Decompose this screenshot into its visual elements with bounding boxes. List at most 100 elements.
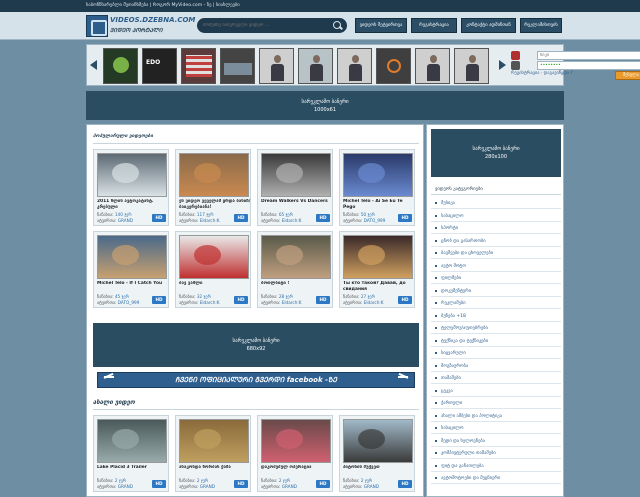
facebook-banner[interactable]: ᲩᲕᲔᲜᲘ ᲝᲤᲘᲪᲘᲐᲚᲣᲠᲘ ᲒᲕᲔᲠᲓᲘ facebook -ᲖᲔ xyxy=(97,372,415,388)
slider-prev-icon[interactable] xyxy=(90,60,97,70)
category-item[interactable]: ტექნიკა და ტექნიკები xyxy=(431,336,561,347)
uploader[interactable]: GRAND xyxy=(200,484,215,489)
video-thumbnail[interactable] xyxy=(179,153,249,197)
password-field[interactable] xyxy=(537,61,640,70)
category-item[interactable]: ბავშვები და ცხოველები xyxy=(431,248,561,259)
video-title[interactable]: Dream Walkers Vs Dancers xyxy=(261,199,333,211)
category-item[interactable]: ახალი ამბები და პოლიტიკა xyxy=(431,411,561,422)
uploader[interactable]: GRAND xyxy=(118,218,133,223)
video-thumbnail[interactable] xyxy=(343,153,413,197)
category-item[interactable]: დოკუმენტური xyxy=(431,286,561,297)
video-thumbnail[interactable] xyxy=(179,235,249,279)
uploader[interactable]: Eldarch:K xyxy=(364,300,384,305)
video-card[interactable]: 2011 წლის ავტოკატასტ. კრებული ნანახია: 14… xyxy=(93,149,169,226)
username-field[interactable] xyxy=(537,51,640,60)
video-title[interactable]: Lake Placid 3 Trailer xyxy=(97,465,169,477)
video-title[interactable]: Michel Telo - Ai Se Eu Te Pego xyxy=(343,199,415,211)
uploader[interactable]: Eldarch:K xyxy=(282,218,302,223)
video-title[interactable]: ბავ ვაშლი xyxy=(179,281,251,293)
nav-contact-button[interactable]: კონტაქტი ადმინთან xyxy=(461,18,516,33)
hd-badge[interactable]: HD xyxy=(398,214,412,222)
hd-badge[interactable]: HD xyxy=(152,480,166,488)
video-card[interactable]: ბავ ვაშლი ნანახია: 32 ჯერ ატვირთა: Eldarch… xyxy=(175,231,251,308)
category-item[interactable]: სიყვარული xyxy=(431,348,561,359)
slider-thumb[interactable] xyxy=(181,48,216,84)
video-card[interactable]: ანაკონდა ზორბას ქამა ნანახია: 2 ჯერ ატვირთ… xyxy=(175,415,251,492)
uploader[interactable]: DATO_999 xyxy=(364,218,386,223)
video-card[interactable]: Michel Telo - Ai Se Eu Te Pego ნანახია: 5… xyxy=(339,149,415,226)
nav-register-button[interactable]: რეგისტრაცია xyxy=(411,18,457,33)
video-card[interactable]: ბოთლბიტი ! ნანახია: 28 ჯერ ატვირთა: Eldarc… xyxy=(257,231,333,308)
uploader[interactable]: Eldarch:K xyxy=(200,300,220,305)
category-item[interactable]: სასაცილო xyxy=(431,423,561,434)
video-card[interactable]: Michel Telo - If I Catch You ნანახია: 45 … xyxy=(93,231,169,308)
category-item[interactable]: მედი და ხელოვნება xyxy=(431,436,561,447)
video-title[interactable]: ანაკონდა ზორბას ქამა xyxy=(179,465,251,477)
video-thumbnail[interactable] xyxy=(97,153,167,197)
video-title[interactable]: ეს ვიდეო ვეველამ ყრდა ბანიჩ/ ბაიკერებიან… xyxy=(179,199,251,211)
video-title[interactable]: ბოთლბიტი ! xyxy=(261,281,333,293)
uploader[interactable]: GRAND xyxy=(118,484,133,489)
video-thumbnail[interactable] xyxy=(343,235,413,279)
video-thumbnail[interactable] xyxy=(343,419,413,463)
slider-thumb[interactable] xyxy=(454,48,489,84)
video-thumbnail[interactable] xyxy=(97,419,167,463)
login-button[interactable]: შესვლა xyxy=(615,71,640,80)
video-title[interactable]: Michel Telo - If I Catch You xyxy=(97,281,169,293)
side-ad-banner[interactable]: სარეკლამო ბანერი 280x100 xyxy=(431,129,561,177)
uploader[interactable]: Eldarch:K xyxy=(282,300,302,305)
video-thumbnail[interactable] xyxy=(97,235,167,279)
video-card[interactable]: დაკოძებულ ოპერაცია ნანახია: 2 ჯერ ატვირთა:… xyxy=(257,415,333,492)
category-item[interactable]: ქართული xyxy=(431,398,561,409)
video-title[interactable]: დაკოძებულ ოპერაცია xyxy=(261,465,333,477)
hd-badge[interactable]: HD xyxy=(152,214,166,222)
slider-next-icon[interactable] xyxy=(499,60,506,70)
video-thumbnail[interactable] xyxy=(261,235,331,279)
login-links[interactable]: რეგისტრაცია · დაგავიწყდა ? xyxy=(511,71,573,76)
search-input[interactable] xyxy=(203,20,321,31)
nav-advert-button[interactable]: რეკლამისთვის xyxy=(520,18,562,33)
video-thumbnail[interactable] xyxy=(261,419,331,463)
category-item[interactable]: ავტომოტოები და მეცნიერი xyxy=(431,473,561,484)
video-card[interactable]: Ты кто такой? Давай, до свидания ნანახია:… xyxy=(339,231,415,308)
category-item[interactable]: ცნობ და გასართობი xyxy=(431,236,561,247)
slider-thumb[interactable] xyxy=(103,48,138,84)
video-title[interactable]: 2011 წლის ავტოკატასტ. კრებული xyxy=(97,199,169,211)
site-logo[interactable]: VIDEOS.DZEBNA.COM ᲕᲘᲓᲔᲝ ᲞᲝᲠᲢᲐᲚᲘ xyxy=(86,14,195,38)
hd-badge[interactable]: HD xyxy=(316,480,330,488)
category-item[interactable]: ტელეშოუ/აფთებრები xyxy=(431,323,561,334)
category-item[interactable]: სპორტი xyxy=(431,223,561,234)
slider-thumb[interactable] xyxy=(259,48,294,84)
uploader[interactable]: GRAND xyxy=(282,484,297,489)
video-card[interactable]: ეს ვიდეო ვეველამ ყრდა ბანიჩ/ ბაიკერებიან… xyxy=(175,149,251,226)
category-item[interactable]: ფილმები xyxy=(431,273,561,284)
category-item[interactable]: მუსიკა xyxy=(431,198,561,209)
middle-ad-banner[interactable]: სარეკლამო ბანერი 680x92 xyxy=(93,323,419,367)
video-thumbnail[interactable] xyxy=(179,419,249,463)
slider-thumb[interactable] xyxy=(376,48,411,84)
search-icon[interactable] xyxy=(332,20,343,31)
hd-badge[interactable]: HD xyxy=(316,214,330,222)
hd-badge[interactable]: HD xyxy=(234,296,248,304)
category-item[interactable]: ბუნება +18 xyxy=(431,311,561,322)
category-item[interactable]: რეკლამები xyxy=(431,298,561,309)
category-item[interactable]: ცეკვა xyxy=(431,386,561,397)
category-item[interactable]: ავტო მოტო xyxy=(431,261,561,272)
hd-badge[interactable]: HD xyxy=(316,296,330,304)
top-links[interactable]: საბონნსარებლი შეთანხმება | როგორ MyVideo… xyxy=(86,3,240,8)
category-item[interactable]: თამაშები xyxy=(431,373,561,384)
hd-badge[interactable]: HD xyxy=(398,480,412,488)
video-card[interactable]: პიტონის შუქვეთ ნანახია: 2 ჯერ ატვირთა: GRA… xyxy=(339,415,415,492)
video-title[interactable]: Ты кто такой? Давай, до свидания xyxy=(343,281,415,293)
uploader[interactable]: GRAND xyxy=(364,484,379,489)
category-item[interactable]: ფიტ და განათლება xyxy=(431,461,561,472)
category-item[interactable]: მოგზაურობა xyxy=(431,361,561,372)
category-item[interactable]: სასაცილო xyxy=(431,211,561,222)
slider-thumb[interactable]: EDO xyxy=(142,48,177,84)
video-card[interactable]: Dream Walkers Vs Dancers ნანახია: 65 ჯერ ა… xyxy=(257,149,333,226)
slider-thumb[interactable] xyxy=(337,48,372,84)
top-ad-banner[interactable]: სარეკლამო ბანერი 1000x61 xyxy=(86,91,564,120)
slider-thumb[interactable] xyxy=(298,48,333,84)
video-title[interactable]: პიტონის შუქვეთ xyxy=(343,465,415,477)
uploader[interactable]: DATO_999 xyxy=(118,300,140,305)
